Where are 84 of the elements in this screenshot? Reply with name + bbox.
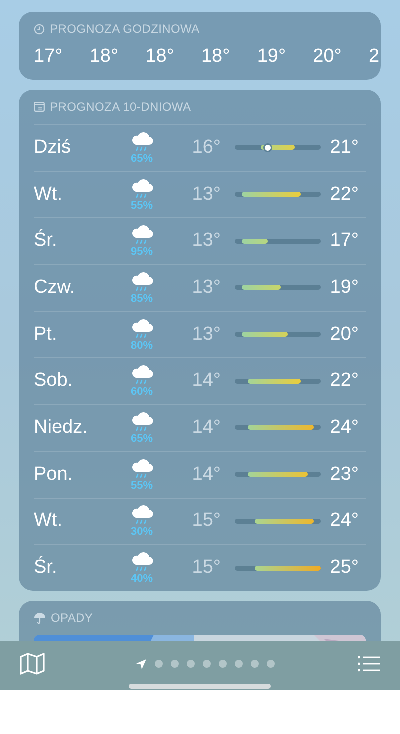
page-dot[interactable] (234, 660, 242, 668)
high-temperature: 24° (329, 416, 359, 439)
precipitation-chance: 30% (130, 526, 154, 538)
precipitation-chance: 65% (130, 152, 154, 165)
page-dot[interactable] (154, 660, 162, 668)
day-label: Wt. (34, 184, 64, 206)
rain-cloud-icon (130, 410, 154, 433)
page-dot[interactable] (202, 660, 210, 668)
low-temperature: 13° (191, 230, 222, 252)
card-title: OPADY (51, 610, 94, 625)
day-label: Wt. (34, 510, 64, 532)
low-temperature: 14° (191, 464, 222, 486)
hourly-temperature: 18° (201, 46, 232, 68)
page-dot[interactable] (250, 660, 258, 668)
page-dot[interactable] (170, 660, 178, 668)
high-temperature: 22° (329, 184, 359, 206)
clock-icon (34, 24, 45, 34)
low-temperature: 13° (191, 276, 222, 299)
low-temperature: 14° (191, 416, 222, 439)
hourly-temperature: 20° (313, 46, 343, 68)
page-dot[interactable] (186, 660, 194, 668)
hourly-temperature: 2 (368, 46, 381, 68)
temperature-range-fill (248, 378, 302, 384)
temperature-range-fill (242, 192, 302, 198)
list-icon[interactable] (358, 656, 380, 672)
hourly-temperature: 18° (90, 46, 120, 68)
precipitation-chance: 55% (130, 200, 154, 212)
temperature-range-fill (248, 425, 314, 430)
map-icon[interactable] (20, 653, 46, 675)
day-label: Niedz. (34, 416, 89, 439)
day-label: Śr. (34, 557, 58, 580)
temperature-range-fill (242, 238, 268, 244)
day-label: Sob. (34, 370, 74, 392)
precipitation-chance: 60% (130, 386, 154, 398)
calendar-icon (34, 102, 45, 112)
high-temperature: 17° (329, 230, 359, 252)
rain-cloud-icon (130, 224, 154, 246)
precipitation-chance: 95% (130, 246, 154, 258)
high-temperature: 25° (329, 557, 359, 580)
precipitation-chance: 85% (130, 292, 154, 305)
rain-cloud-icon (130, 318, 154, 340)
page-dot[interactable] (218, 660, 226, 668)
high-temperature: 23° (329, 464, 359, 486)
precipitation-chance: 65% (130, 432, 154, 445)
low-temperature: 16° (191, 136, 222, 159)
hourly-temperature: 18° (146, 46, 176, 68)
temperature-range-fill (242, 285, 282, 290)
rain-cloud-icon (130, 458, 154, 480)
rain-cloud-icon (130, 364, 154, 386)
precipitation-chance: 80% (130, 340, 154, 352)
card-title: PROGNOZA GODZINOWA (50, 22, 200, 36)
low-temperature: 15° (191, 557, 222, 580)
high-temperature: 20° (329, 324, 359, 346)
card-title: PROGNOZA 10-DNIOWA (50, 100, 192, 114)
day-label: Pon. (34, 464, 74, 486)
low-temperature: 13° (191, 184, 222, 206)
low-temperature: 15° (191, 510, 222, 532)
temperature-range-fill (242, 332, 288, 338)
home-indicator[interactable] (129, 684, 271, 689)
precipitation-chance: 55% (130, 480, 154, 492)
temperature-range-fill (254, 518, 314, 524)
hourly-temperature: 19° (257, 46, 288, 68)
precipitation-chance: 40% (130, 573, 154, 586)
temperature-range-fill (254, 566, 321, 571)
rain-cloud-icon (130, 504, 154, 526)
high-temperature: 22° (329, 370, 359, 392)
umbrella-icon (34, 612, 46, 624)
high-temperature: 21° (329, 136, 359, 159)
rain-cloud-icon (130, 270, 154, 293)
low-temperature: 14° (191, 370, 222, 392)
hourly-temperature: 17° (34, 46, 64, 68)
rain-cloud-icon (130, 178, 154, 200)
high-temperature: 24° (329, 510, 359, 532)
day-label: Pt. (34, 324, 58, 346)
rain-cloud-icon (130, 551, 154, 574)
low-temperature: 13° (191, 324, 222, 346)
rain-cloud-icon (130, 130, 154, 153)
page-dot[interactable] (266, 660, 274, 668)
day-label: Czw. (34, 276, 76, 299)
temperature-range-fill (248, 472, 308, 478)
location-arrow-icon[interactable] (136, 658, 146, 670)
day-label: Śr. (34, 230, 58, 252)
high-temperature: 19° (329, 276, 359, 299)
day-label: Dziś (34, 136, 72, 159)
